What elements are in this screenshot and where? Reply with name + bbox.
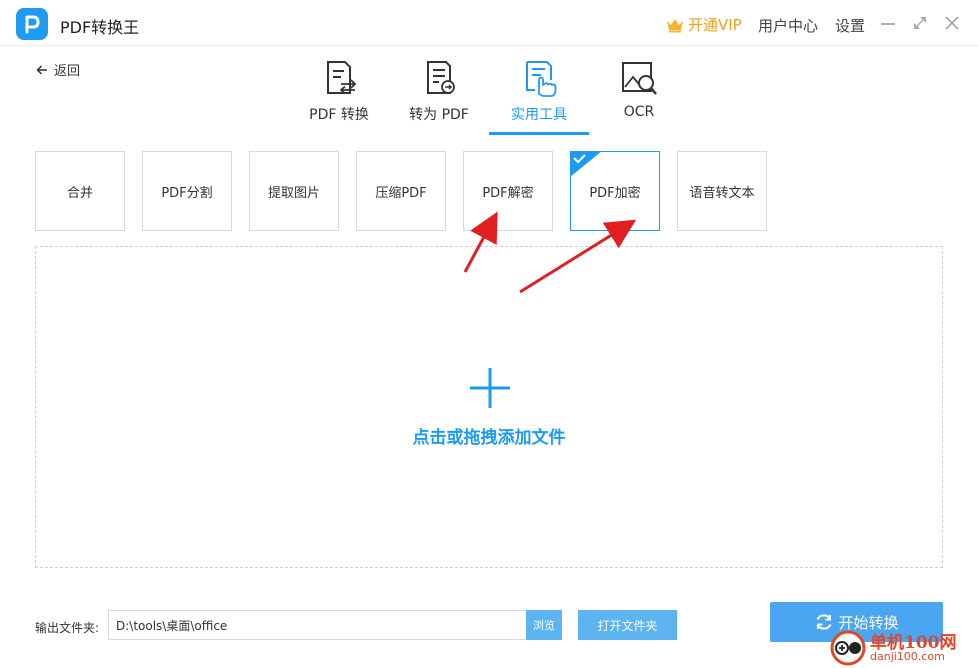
tool-merge[interactable]: 合并 xyxy=(35,151,125,231)
restore-icon xyxy=(914,17,926,29)
selected-check-icon xyxy=(570,151,602,177)
tab-tools[interactable]: 实用工具 xyxy=(489,58,589,134)
tool-pdf-decrypt[interactable]: PDF解密 xyxy=(463,151,553,231)
tool-label: PDF解密 xyxy=(482,185,534,201)
tool-label: 合并 xyxy=(66,185,93,201)
watermark-url: danji100.com xyxy=(870,650,945,663)
minimize-icon xyxy=(881,23,895,25)
vip-button[interactable]: 开通VIP xyxy=(666,14,742,35)
plus-icon[interactable] xyxy=(470,368,510,408)
user-center-link[interactable]: 用户中心 xyxy=(758,15,818,36)
tool-label: 语音转文本 xyxy=(689,185,755,201)
to-pdf-icon xyxy=(427,61,455,94)
output-folder-input[interactable] xyxy=(108,610,527,640)
tool-pdf-split[interactable]: PDF分割 xyxy=(142,151,232,231)
settings-link[interactable]: 设置 xyxy=(835,15,865,36)
tab-pdf-convert[interactable]: PDF 转换 xyxy=(289,58,389,134)
crown-icon xyxy=(667,18,683,32)
title-bar: PDF转换王 开通VIP 用户中心 设置 xyxy=(0,0,978,46)
open-folder-button[interactable]: 打开文件夹 xyxy=(578,610,677,640)
back-button[interactable]: 返回 xyxy=(36,60,80,79)
tool-label: PDF加密 xyxy=(589,185,641,201)
restore-button[interactable] xyxy=(909,12,931,34)
active-tab-indicator xyxy=(489,132,589,135)
tool-compress-pdf[interactable]: 压缩PDF xyxy=(356,151,446,231)
close-button[interactable] xyxy=(941,12,963,34)
pdf-convert-icon xyxy=(327,61,357,95)
back-label: 返回 xyxy=(54,64,81,79)
output-folder-label: 输出文件夹: xyxy=(35,621,100,635)
drop-zone-label[interactable]: 点击或拖拽添加文件 xyxy=(35,423,943,448)
tool-pdf-encrypt[interactable]: PDF加密 xyxy=(570,151,660,231)
arrow-left-icon xyxy=(36,64,47,75)
tab-ocr[interactable]: OCR xyxy=(589,58,689,134)
browse-button[interactable]: 浏览 xyxy=(526,610,562,640)
tool-label: 压缩PDF xyxy=(375,185,427,201)
watermark-logo-icon xyxy=(830,630,866,666)
tools-icon xyxy=(526,61,557,97)
tab-label: 实用工具 xyxy=(511,107,567,123)
close-icon xyxy=(945,16,959,30)
vip-label: 开通VIP xyxy=(688,16,742,34)
tool-label: 提取图片 xyxy=(267,185,320,201)
tab-label: PDF 转换 xyxy=(309,107,369,123)
minimize-button[interactable] xyxy=(877,12,899,34)
watermark: 单机100网 danji100.com xyxy=(830,626,978,668)
app-logo-icon xyxy=(16,8,48,40)
app-title: PDF转换王 xyxy=(60,18,140,37)
tab-label: OCR xyxy=(623,104,655,120)
tool-speech-to-text[interactable]: 语音转文本 xyxy=(677,151,767,231)
ocr-icon xyxy=(622,62,657,95)
tab-label: 转为 PDF xyxy=(409,107,469,123)
tool-extract-images[interactable]: 提取图片 xyxy=(249,151,339,231)
tab-to-pdf[interactable]: 转为 PDF xyxy=(389,58,489,134)
tool-label: PDF分割 xyxy=(161,185,213,201)
